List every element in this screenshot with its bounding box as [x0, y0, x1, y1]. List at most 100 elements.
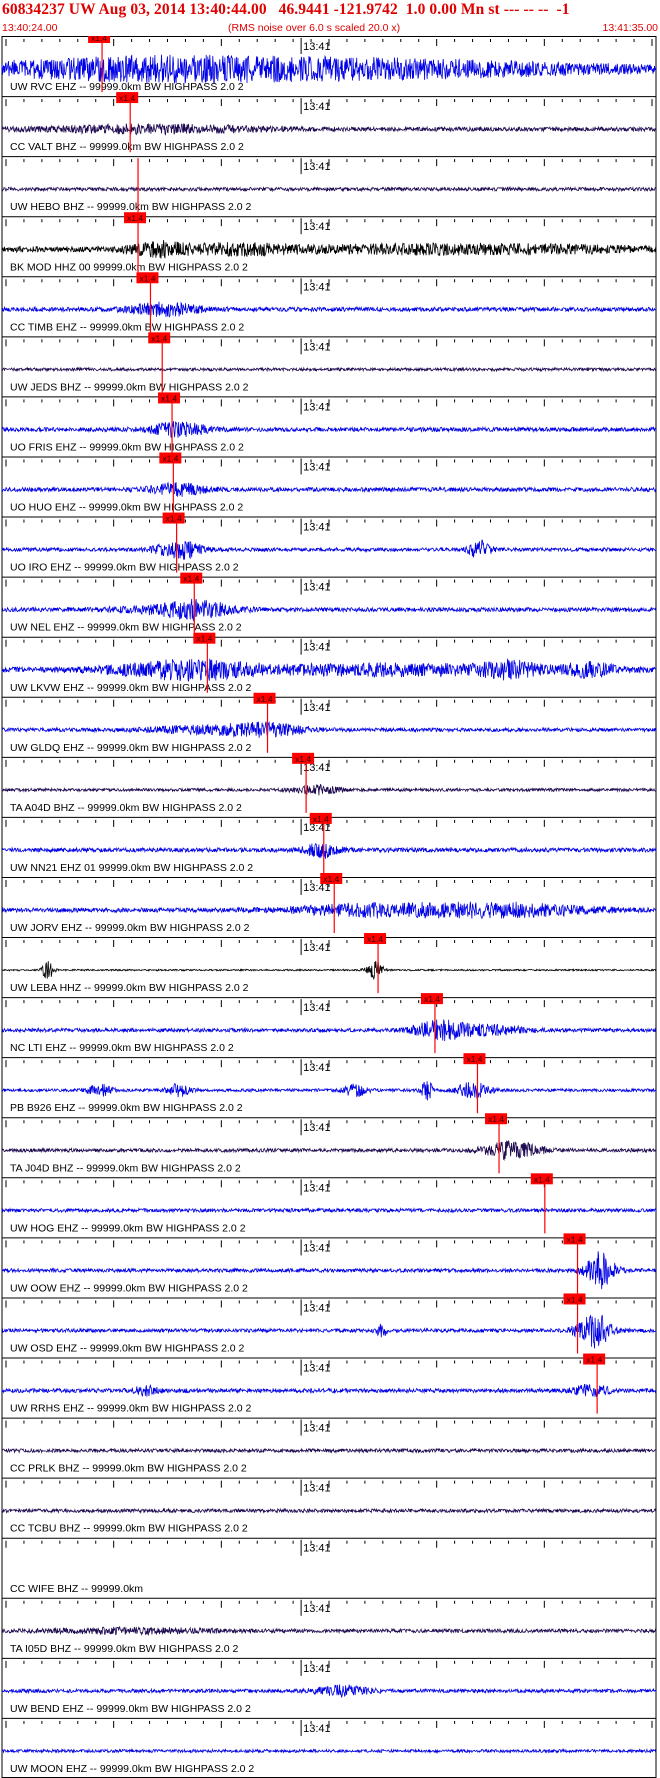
time-tick-label: 13:41 — [303, 41, 331, 53]
waveform — [1, 1447, 657, 1454]
pick-label: x1.4 — [424, 994, 440, 1004]
time-tick-label: 13:41 — [303, 1002, 331, 1014]
pick-label: x1.4 — [119, 93, 135, 103]
pick-label: x1.4 — [183, 574, 199, 584]
station-label: UW HEBO BHZ -- 99999.0km BW HIGHPASS 2.0… — [10, 201, 252, 213]
trace-cc-wife: 13:41 CC WIFE BHZ -- 99999.0km — [2, 1537, 656, 1595]
trace-uo-fris: 13:41 UO FRIS EHZ -- 99999.0km BW HIGHPAS… — [1, 392, 657, 453]
waveform — [1, 301, 657, 318]
pick-label: x1.4 — [323, 874, 339, 884]
time-tick-label: 13:41 — [303, 1663, 331, 1675]
time-tick-label: 13:41 — [303, 1122, 331, 1134]
time-tick-label: 13:41 — [303, 1182, 331, 1194]
pick-label: x1.4 — [91, 36, 107, 43]
trace-uw-moon: 13:41 UW MOON EHZ -- 99999.0km BW HIGHPAS… — [1, 1717, 657, 1775]
station-label: BK MOD HHZ 00 99999.0km BW HIGHPASS 2.0 … — [10, 261, 248, 273]
time-tick-label: 13:41 — [303, 1302, 331, 1314]
trace-nc-lti: 13:41 NC LTI EHZ -- 99999.0km BW HIGHPASS… — [1, 993, 657, 1054]
pick-label: x1.4 — [586, 1355, 602, 1365]
trace-ta-i05d: 13:41 TA I05D BHZ -- 99999.0km BW HIGHPAS… — [1, 1597, 657, 1655]
time-tick-label: 13:41 — [303, 101, 331, 113]
station-label: UW NEL EHZ -- 99999.0km BW HIGHPASS 2.0 … — [10, 622, 242, 634]
station-label: PB B926 EHZ -- 99999.0km BW HIGHPASS 2.0… — [10, 1102, 243, 1114]
station-label: TA I05D BHZ -- 99999.0km BW HIGHPASS 2.0… — [10, 1643, 239, 1655]
trace-uw-nn21: 13:41UW NN21 EHZ 01 99999.0km BW HIGHPAS… — [1, 812, 657, 874]
station-label: UW OSD EHZ -- 99999.0km BW HIGHPASS 2.0 … — [10, 1343, 245, 1355]
station-label: CC PRLK BHZ -- 99999.0km BW HIGHPASS 2.0… — [10, 1463, 247, 1475]
pick-label: x1.4 — [367, 934, 383, 944]
waveform — [1, 598, 657, 622]
station-label: UO HUO EHZ -- 99999.0km BW HIGHPASS 2.0 … — [10, 502, 243, 514]
time-tick-label: 13:41 — [303, 1603, 331, 1615]
trace-uw-gldq: 13:41 UW GLDQ EHZ -- 99999.0km BW HIGHPAS… — [1, 692, 657, 754]
waveform — [1, 1081, 657, 1101]
time-tick-label: 13:41 — [303, 1242, 331, 1254]
trace-cc-valt: 13:41 CC VALT BHZ -- 99999.0km BW HIGHPAS… — [1, 92, 657, 153]
time-tick-label: 13:41 — [303, 1363, 331, 1375]
end-time: 13:41:35.00 — [602, 22, 658, 34]
trace-cc-tcbu: 13:41 CC TCBU BHZ -- 99999.0km BW HIGHPAS… — [1, 1477, 657, 1535]
trace-uo-iro: 13:41 UO IRO EHZ -- 99999.0km BW HIGHPASS… — [1, 512, 657, 574]
waveform — [1, 1747, 657, 1754]
trace-uw-rvc: 13:41 UW RVC EHZ -- 99999.0km BW HIGHPASS… — [1, 36, 657, 93]
station-label: CC VALT BHZ -- 99999.0km BW HIGHPASS 2.0… — [10, 141, 244, 153]
time-tick-label: 13:41 — [303, 942, 331, 954]
station-label: CC WIFE BHZ -- 99999.0km — [10, 1583, 143, 1595]
station-label: UO FRIS EHZ -- 99999.0km BW HIGHPASS 2.0… — [10, 441, 244, 453]
waveform — [1, 185, 657, 193]
time-tick-label: 13:41 — [303, 582, 331, 594]
station-label: UO IRO EHZ -- 99999.0km BW HIGHPASS 2.0 … — [10, 562, 239, 574]
time-tick-label: 13:41 — [303, 221, 331, 233]
waveform — [1, 420, 657, 438]
time-tick-label: 13:41 — [303, 1423, 331, 1435]
waveform — [1, 123, 657, 136]
station-label: UW NN21 EHZ 01 99999.0km BW HIGHPASS 2.0… — [10, 862, 253, 874]
pick-label: x1.4 — [166, 514, 182, 524]
trace-uw-bend: 13:41 UW BEND EHZ -- 99999.0km BW HIGHPAS… — [1, 1657, 657, 1715]
trace-uw-jorv: 13:41UW JORV EHZ -- 99999.0km BW HIGHPAS… — [1, 872, 657, 934]
trace-ta-a04d: 13:41TA A04D BHZ -- 99999.0km BW HIGHPAS… — [1, 752, 657, 814]
time-tick-label: 13:41 — [303, 1062, 331, 1074]
pick-label: x1.4 — [196, 634, 212, 644]
station-label: UW JEDS BHZ -- 99999.0km BW HIGHPASS 2.0… — [10, 381, 249, 393]
waveform — [1, 1626, 657, 1636]
waveform — [1, 843, 657, 859]
station-label: CC TCBU BHZ -- 99999.0km BW HIGHPASS 2.0… — [10, 1523, 248, 1535]
trace-uw-rrhs: 13:41 UW RRHS EHZ -- 99999.0km BW HIGHPAS… — [1, 1353, 657, 1415]
pick-label: x1.4 — [567, 1294, 583, 1304]
pick-label: x1.4 — [161, 393, 177, 403]
station-label: UW LKVW EHZ -- 99999.0km BW HIGHPASS 2.0… — [10, 682, 252, 694]
time-tick-label: 13:41 — [303, 1723, 331, 1735]
trace-bk-mod: 13:41 BK MOD HHZ 00 99999.0km BW HIGHPASS… — [1, 212, 657, 273]
station-label: CC TIMB EHZ -- 99999.0km BW HIGHPASS 2.0… — [10, 321, 244, 333]
waveform — [1, 54, 657, 85]
pick-label: x1.4 — [139, 273, 155, 283]
pick-label: x1.4 — [151, 333, 167, 343]
station-label: UW GLDQ EHZ -- 99999.0km BW HIGHPASS 2.0… — [10, 742, 252, 754]
station-label: UW HOG EHZ -- 99999.0km BW HIGHPASS 2.0 … — [10, 1222, 246, 1234]
waveform — [1, 1019, 657, 1042]
trace-uw-nel: 13:41 UW NEL EHZ -- 99999.0km BW HIGHPASS… — [1, 572, 657, 634]
station-label: NC LTI EHZ -- 99999.0km BW HIGHPASS 2.0 … — [10, 1042, 234, 1054]
time-tick-label: 13:41 — [303, 281, 331, 293]
station-label: UW RVC EHZ -- 99999.0km BW HIGHPASS 2.0 … — [10, 81, 244, 93]
trace-ta-j04d: 13:41 TA J04D BHZ -- 99999.0km BW HIGHPAS… — [1, 1113, 657, 1174]
time-tick-label: 13:41 — [303, 341, 331, 353]
waveform — [1, 366, 657, 373]
pick-label: x1.4 — [466, 1054, 482, 1064]
trace-pb-b926: 13:41 PB B926 EHZ -- 99999.0km BW HIGHPAS… — [1, 1053, 657, 1114]
waveform — [1, 1684, 657, 1699]
waveform — [1, 657, 657, 682]
trace-uw-hebo: 13:41 UW HEBO BHZ -- 99999.0km BW HIGHPAS… — [1, 156, 657, 213]
trace-uw-oow: 13:41 UW OOW EHZ -- 99999.0km BW HIGHPASS… — [1, 1233, 657, 1294]
station-label: UW MOON EHZ -- 99999.0km BW HIGHPASS 2.0… — [10, 1763, 254, 1775]
waveform — [1, 1140, 657, 1161]
trace-uw-lkvw: 13:41 UW LKVW EHZ -- 99999.0km BW HIGHPAS… — [1, 632, 657, 694]
pick-label: x1.4 — [162, 453, 178, 463]
waveform — [1, 1383, 657, 1398]
record-header: 60834237 UW Aug 03, 2014 13:40:44.00 46.… — [0, 0, 660, 36]
seismogram-plot: 13:41 UW RVC EHZ -- 99999.0km BW HIGHPASS… — [1, 36, 657, 1778]
waveform — [1, 481, 657, 497]
waveform — [1, 240, 657, 259]
station-label: UW JORV EHZ -- 99999.0km BW HIGHPASS 2.0… — [10, 922, 250, 934]
